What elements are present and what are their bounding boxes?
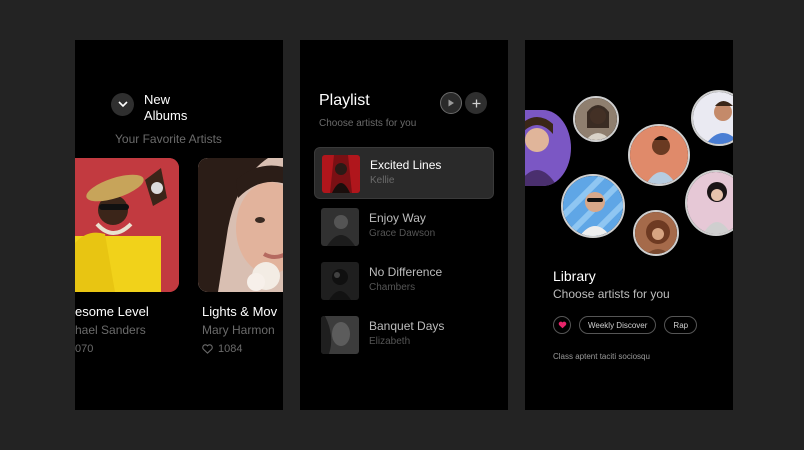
album-cover-image xyxy=(75,158,179,292)
library-tags: Weekly Discover Rap xyxy=(553,316,698,334)
album-cover-image xyxy=(198,158,283,292)
artist-photo xyxy=(693,92,733,144)
albums-title: New Albums xyxy=(144,92,188,123)
track-item[interactable]: No Difference Chambers xyxy=(314,255,494,307)
artist-bubble[interactable] xyxy=(628,124,690,186)
track-artist: Elizabeth xyxy=(369,336,411,347)
artist-photo xyxy=(563,176,623,236)
library-screen: Library Choose artists for you Weekly Di… xyxy=(525,40,733,410)
albums-toggle-button[interactable] xyxy=(111,93,134,116)
artist-bubble[interactable] xyxy=(685,170,733,236)
artist-photo xyxy=(687,172,733,234)
track-thumbnail xyxy=(321,208,359,246)
album-card[interactable] xyxy=(198,158,283,292)
playlist-title: Playlist xyxy=(319,92,370,109)
chevron-down-icon xyxy=(117,101,128,108)
album-artist: Mary Harmon xyxy=(202,323,275,337)
tag-rap[interactable]: Rap xyxy=(664,316,698,334)
albums-header: New Albums xyxy=(111,92,214,124)
artist-bubble[interactable] xyxy=(691,90,733,146)
track-title: Excited Lines xyxy=(370,158,442,172)
artist-bubble[interactable] xyxy=(633,210,679,256)
playlist-screen: Playlist Choose artists for you Excited … xyxy=(300,40,508,410)
track-artist: Kellie xyxy=(370,175,395,186)
artist-photo xyxy=(575,98,617,140)
artist-photo xyxy=(630,126,688,184)
heart-icon[interactable] xyxy=(202,344,213,354)
album-card[interactable] xyxy=(75,158,179,292)
artist-bubble[interactable] xyxy=(525,110,571,186)
track-item[interactable]: Excited Lines Kellie xyxy=(314,147,494,199)
new-albums-screen: New Albums Your Favorite Artists esome L… xyxy=(75,40,283,410)
artist-bubble[interactable] xyxy=(573,96,619,142)
album-name: Lights & Mov xyxy=(202,304,278,319)
artist-photo xyxy=(635,212,677,254)
heart-icon xyxy=(558,321,566,329)
track-item[interactable]: Banquet Days Elizabeth xyxy=(314,309,494,361)
favorite-button[interactable] xyxy=(553,316,571,334)
album-likes: 070 xyxy=(75,343,93,355)
track-artist: Chambers xyxy=(369,282,416,293)
play-icon xyxy=(448,99,454,107)
track-title: Enjoy Way xyxy=(369,211,426,225)
track-thumbnail xyxy=(321,262,359,300)
play-button[interactable] xyxy=(440,92,462,114)
plus-icon xyxy=(472,99,480,107)
playlist-subtitle: Choose artists for you xyxy=(319,118,417,129)
album-name: esome Level xyxy=(75,304,149,319)
track-title: Banquet Days xyxy=(369,319,445,333)
track-item[interactable]: Enjoy Way Grace Dawson xyxy=(314,201,494,253)
add-button[interactable] xyxy=(465,92,487,114)
artist-bubble[interactable] xyxy=(561,174,625,238)
track-title: No Difference xyxy=(369,265,443,279)
album-likes-count: 1084 xyxy=(218,343,243,355)
albums-subtitle: Your Favorite Artists xyxy=(115,132,222,146)
track-artist: Grace Dawson xyxy=(369,228,436,239)
track-thumbnail xyxy=(322,155,360,193)
album-likes-count: 070 xyxy=(75,343,94,355)
track-thumbnail xyxy=(321,316,359,354)
library-subtitle: Choose artists for you xyxy=(553,287,670,301)
album-artist: hael Sanders xyxy=(75,323,146,337)
library-title: Library xyxy=(553,268,596,284)
artist-photo xyxy=(525,110,571,186)
library-footer-text: Class aptent taciti sociosqu xyxy=(553,352,650,361)
tag-weekly-discover[interactable]: Weekly Discover xyxy=(579,316,657,334)
album-likes: 1084 xyxy=(202,343,242,355)
